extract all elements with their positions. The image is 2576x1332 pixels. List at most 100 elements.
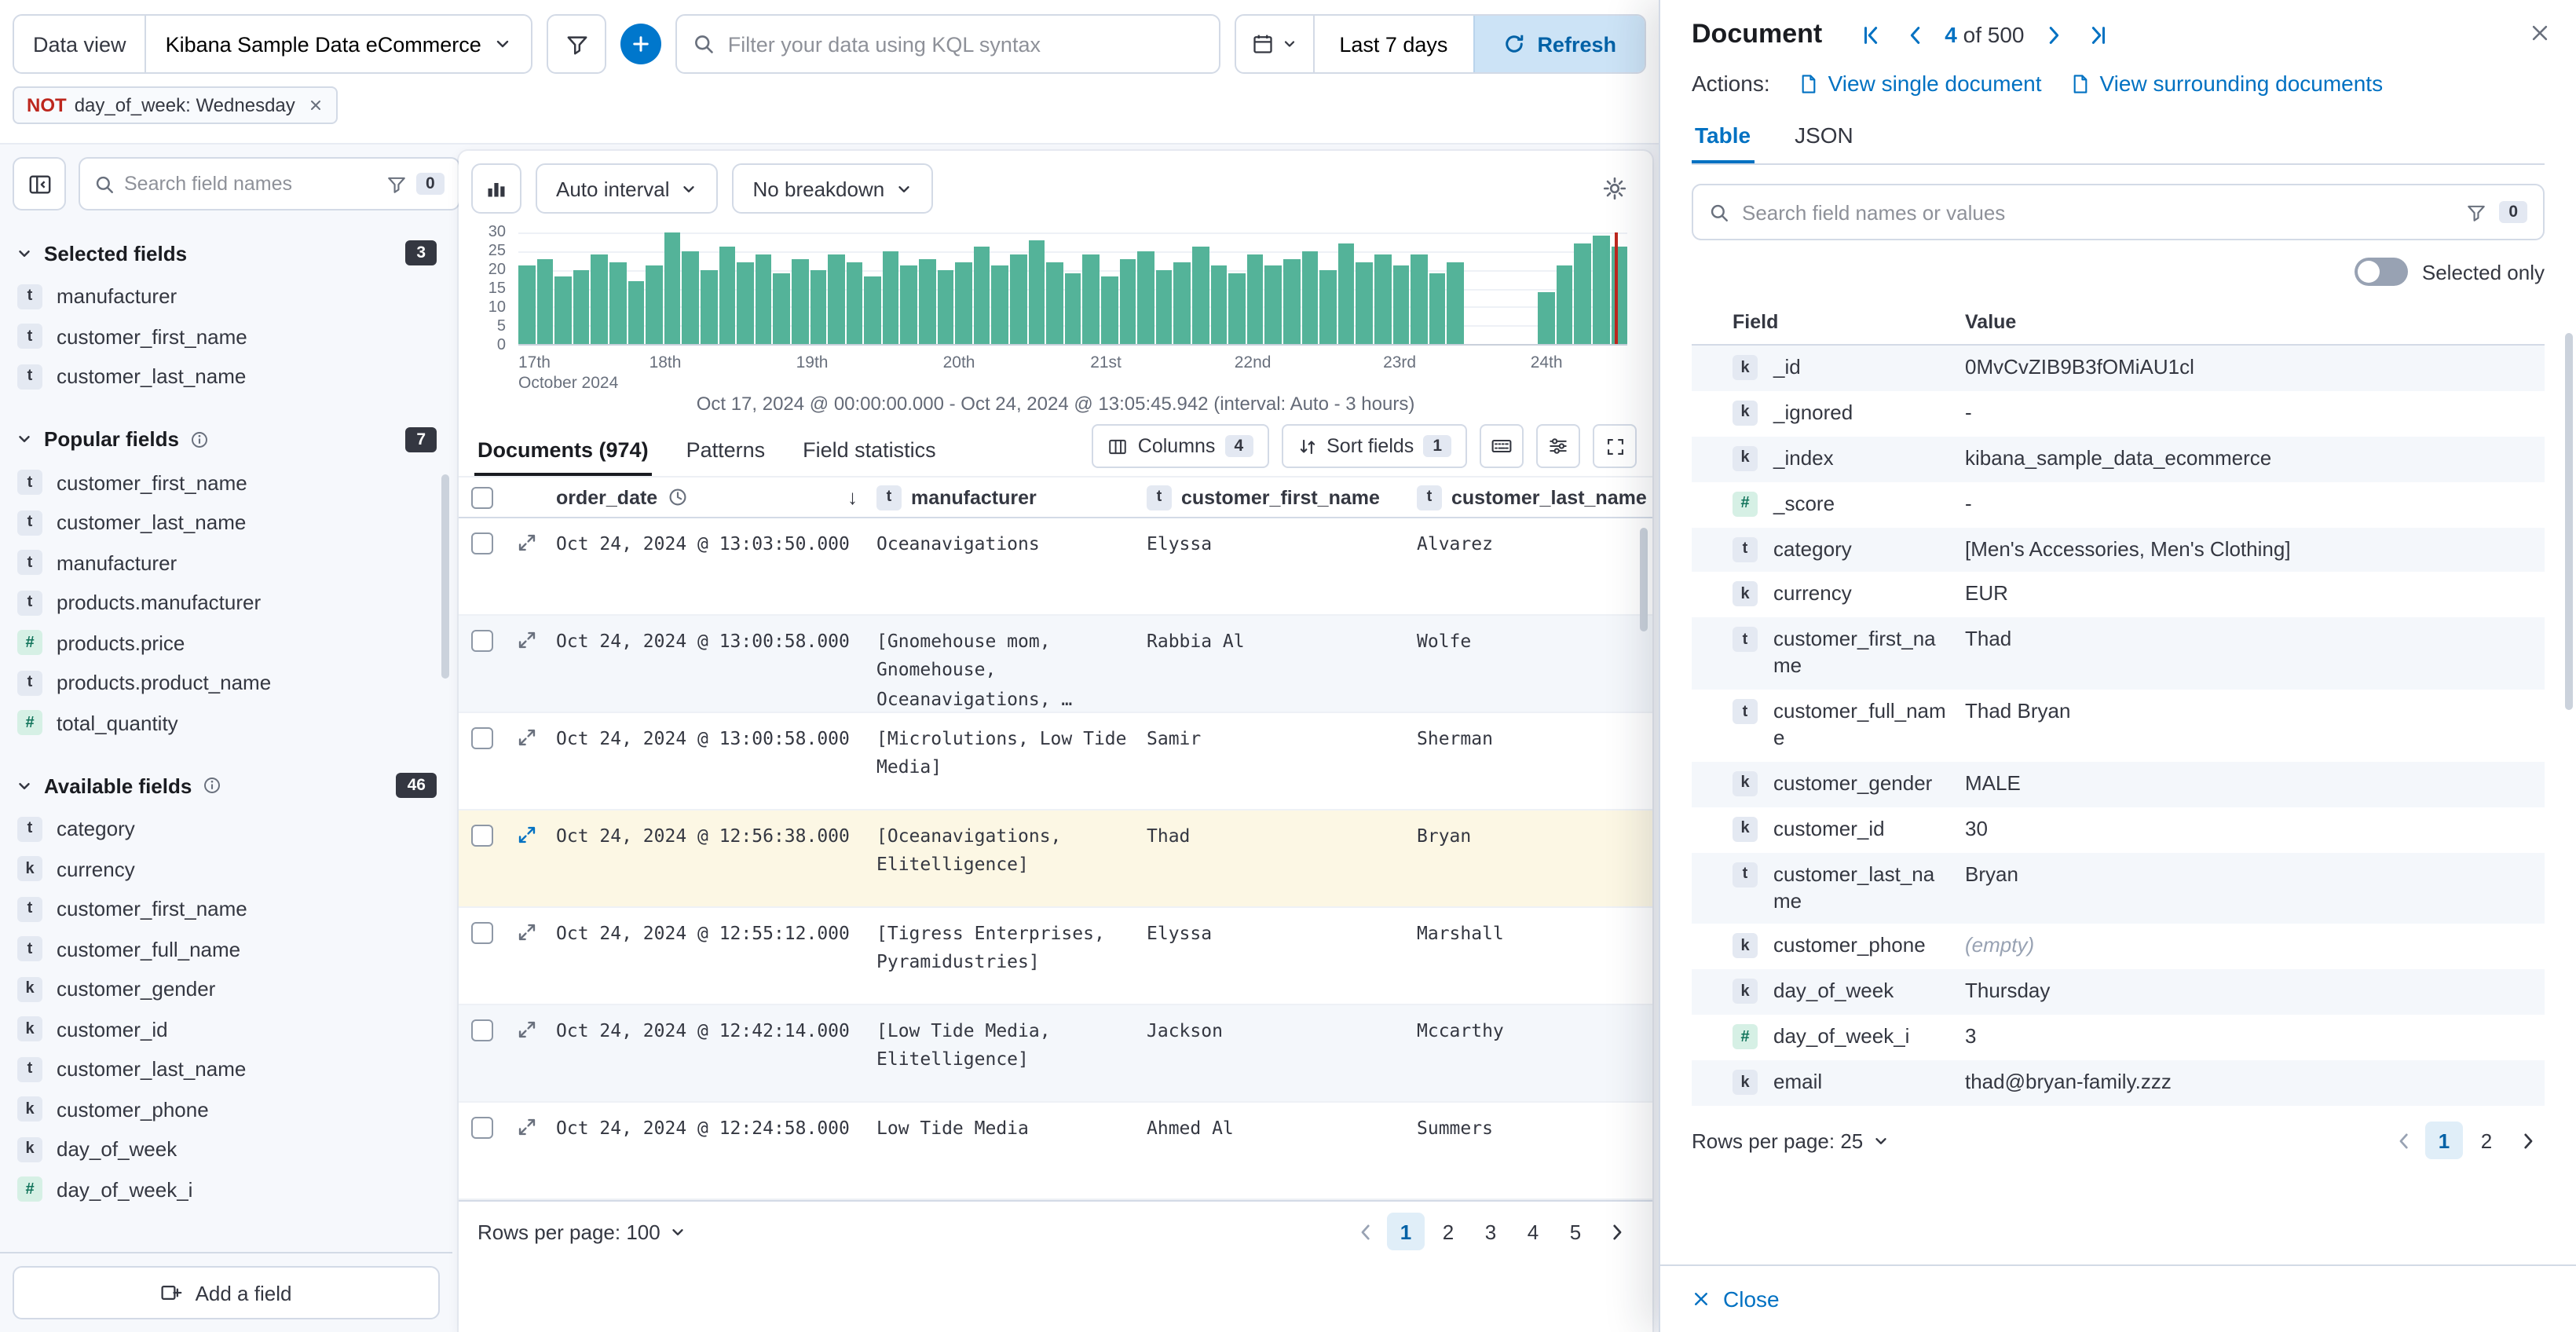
field-list-item[interactable]: t customer_first_name (13, 317, 440, 357)
row-checkbox[interactable] (471, 825, 493, 847)
next-page-icon[interactable] (2039, 20, 2069, 49)
tab-json[interactable]: JSON (1791, 116, 1857, 163)
keyboard-shortcuts-button[interactable] (1480, 424, 1524, 468)
page-number[interactable]: 2 (2468, 1122, 2505, 1159)
doc-field-row[interactable]: k email thad@bryan-family.zzz (1692, 1060, 2545, 1106)
next-page-icon[interactable] (1599, 1213, 1634, 1250)
row-checkbox[interactable] (471, 532, 493, 554)
chart-visibility-button[interactable] (471, 163, 521, 214)
row-checkbox[interactable] (471, 727, 493, 749)
row-checkbox[interactable] (471, 1117, 493, 1139)
doc-field-row[interactable]: t category [Men's Accessories, Men's Clo… (1692, 527, 2545, 573)
sidebar-scrollbar[interactable] (441, 474, 449, 679)
previous-page-icon[interactable] (2386, 1122, 2420, 1159)
doc-field-row[interactable]: k _id 0MvCvZIB9B3fOMiAU1cl (1692, 346, 2545, 391)
page-number[interactable]: 4 (1514, 1213, 1552, 1250)
date-picker-calendar-button[interactable] (1235, 16, 1314, 72)
collapse-sidebar-button[interactable] (13, 157, 66, 210)
sort-descending-icon[interactable]: ↓ (847, 485, 858, 509)
saved-query-menu-button[interactable] (547, 14, 607, 74)
expand-document-icon[interactable] (516, 922, 536, 942)
tab-field-statistics[interactable]: Field statistics (800, 427, 939, 476)
field-list-item[interactable]: k customer_phone (13, 1089, 440, 1129)
kql-input[interactable] (728, 32, 1203, 56)
view-single-document-link[interactable]: View single document (1798, 71, 2042, 96)
page-number[interactable]: 1 (2425, 1122, 2463, 1159)
field-list-item[interactable]: t category (13, 809, 440, 849)
expand-document-icon[interactable] (516, 1019, 536, 1040)
page-number[interactable]: 3 (1472, 1213, 1509, 1250)
expand-document-icon[interactable] (516, 630, 536, 650)
field-list-item[interactable]: t customer_last_name (13, 503, 440, 543)
field-list-item[interactable]: t customer_first_name (13, 889, 440, 929)
field-list-item[interactable]: t manufacturer (13, 543, 440, 583)
expand-document-icon[interactable] (516, 825, 536, 845)
field-filter-funnel-icon[interactable] (386, 174, 407, 194)
page-number[interactable]: 2 (1429, 1213, 1467, 1250)
close-flyout-icon[interactable] (2519, 13, 2560, 53)
filter-pill[interactable]: NOT day_of_week: Wednesday (13, 86, 338, 124)
data-view-picker[interactable]: Kibana Sample Data eCommerce (147, 16, 532, 72)
select-all-checkbox[interactable] (471, 486, 493, 508)
remove-filter-icon[interactable] (308, 97, 324, 113)
doc-field-row[interactable]: # day_of_week_i 3 (1692, 1015, 2545, 1061)
doc-field-row[interactable]: t customer_last_name Bryan (1692, 852, 2545, 924)
grid-scrollbar[interactable] (1640, 528, 1648, 631)
doc-field-row[interactable]: t customer_first_name Thad (1692, 618, 2545, 690)
tab-table[interactable]: Table (1692, 116, 1754, 163)
doc-filter-funnel-icon[interactable] (2466, 202, 2486, 222)
time-range-button[interactable]: Last 7 days (1314, 16, 1473, 72)
doc-field-row[interactable]: k customer_phone (empty) (1692, 924, 2545, 970)
field-list-item[interactable]: t customer_full_name (13, 929, 440, 969)
selected-only-toggle[interactable] (2355, 258, 2408, 286)
field-list-item[interactable]: k customer_gender (13, 969, 440, 1009)
refresh-button[interactable]: Refresh (1473, 16, 1645, 72)
expand-document-icon[interactable] (516, 532, 536, 553)
tab-documents[interactable]: Documents (974) (474, 427, 652, 476)
next-page-icon[interactable] (2510, 1122, 2545, 1159)
field-list-item[interactable]: # products.price (13, 623, 440, 663)
row-checkbox[interactable] (471, 1019, 493, 1041)
field-list-item[interactable]: t customer_last_name (13, 1049, 440, 1089)
sort-fields-button[interactable]: Sort fields 1 (1281, 424, 1467, 468)
column-header-manufacturer[interactable]: t manufacturer (867, 485, 1137, 510)
field-list-item[interactable]: # total_quantity (13, 703, 440, 743)
page-number[interactable]: 1 (1387, 1213, 1425, 1250)
doc-field-row[interactable]: k _index kibana_sample_data_ecommerce (1692, 437, 2545, 482)
doc-field-row[interactable]: # _score - (1692, 481, 2545, 527)
expand-document-icon[interactable] (516, 1117, 536, 1137)
field-search-input[interactable] (124, 173, 377, 195)
add-field-button[interactable]: Add a field (13, 1266, 440, 1319)
doc-field-search-input[interactable] (1742, 200, 2453, 224)
doc-field-row[interactable]: k day_of_week Thursday (1692, 970, 2545, 1015)
column-header-customer-first-name[interactable]: t customer_first_name (1137, 485, 1407, 510)
rows-per-page-button[interactable]: Rows per page: 100 (478, 1220, 687, 1243)
fullscreen-button[interactable] (1593, 424, 1637, 468)
section-header-popular[interactable]: Popular fields 7 (13, 420, 440, 458)
field-list-item[interactable]: t products.manufacturer (13, 583, 440, 623)
field-list-item[interactable]: # day_of_week_i (13, 1169, 440, 1209)
first-page-icon[interactable] (1857, 20, 1886, 49)
section-header-available[interactable]: Available fields 46 (13, 767, 440, 804)
previous-page-icon[interactable] (1348, 1213, 1382, 1250)
breakdown-select[interactable]: No breakdown (733, 163, 934, 214)
field-list-item[interactable]: t manufacturer (13, 276, 440, 317)
histogram-bars[interactable] (518, 232, 1627, 344)
doc-field-row[interactable]: k currency EUR (1692, 573, 2545, 618)
add-filter-button[interactable] (621, 24, 662, 64)
expand-document-icon[interactable] (516, 727, 536, 748)
doc-field-row[interactable]: k _ignored - (1692, 391, 2545, 437)
close-flyout-button[interactable]: Close (1692, 1286, 1780, 1312)
doc-field-row[interactable]: k customer_gender MALE (1692, 762, 2545, 807)
doc-field-row[interactable]: k customer_id 30 (1692, 807, 2545, 853)
chart-options-button[interactable] (1590, 163, 1640, 214)
flyout-scrollbar[interactable] (2565, 333, 2573, 710)
column-header-order-date[interactable]: order_date ↓ (547, 485, 867, 509)
row-checkbox[interactable] (471, 922, 493, 944)
section-header-selected[interactable]: Selected fields 3 (13, 234, 440, 272)
field-list-item[interactable]: k currency (13, 849, 440, 889)
field-list-item[interactable]: t customer_first_name (13, 463, 440, 503)
page-number[interactable]: 5 (1557, 1213, 1594, 1250)
tab-patterns[interactable]: Patterns (683, 427, 769, 476)
columns-button[interactable]: Columns 4 (1092, 424, 1268, 468)
